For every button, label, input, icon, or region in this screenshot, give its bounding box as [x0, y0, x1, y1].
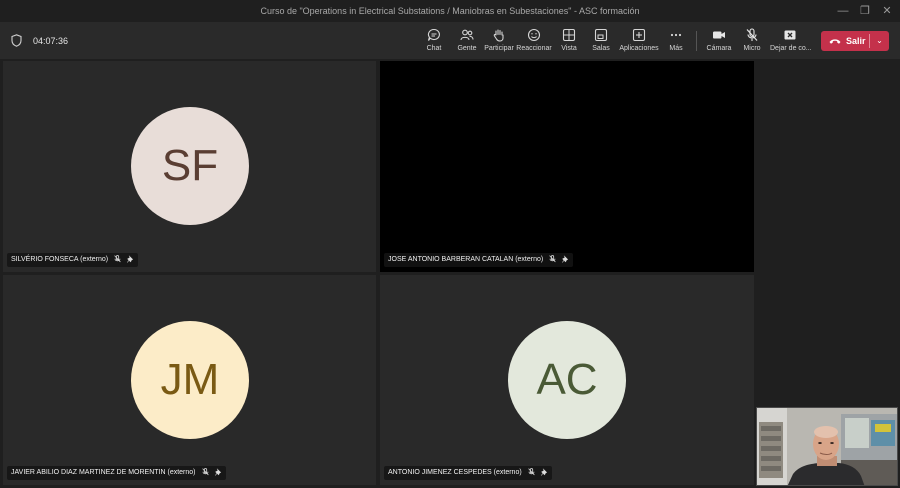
- leave-options-chevron-down-icon[interactable]: ⌄: [870, 31, 889, 51]
- minimize-button[interactable]: —: [836, 4, 850, 18]
- title-bar: Curso de "Operations in Electrical Subst…: [0, 0, 900, 22]
- leave-label: Salir: [846, 36, 866, 46]
- leave-button-group: Salir ⌄: [821, 31, 889, 51]
- window-title: Curso de "Operations in Electrical Subst…: [260, 6, 640, 16]
- more-button[interactable]: Más: [656, 28, 696, 56]
- participant-tile[interactable]: JM JAVIER ABILIO DIAZ MARTINEZ DE MORENT…: [3, 275, 376, 485]
- participant-tile[interactable]: AC ANTONIO JIMENEZ CESPEDES (externo): [380, 275, 754, 485]
- pin-icon: [540, 468, 547, 476]
- camera-icon: [713, 31, 725, 39]
- participant-name-tag: SILVÉRIO FONSECA (externo): [7, 253, 139, 267]
- meeting-toolbar: 04:07:36 Chat Gente Participar Reacciona…: [0, 22, 900, 59]
- participant-name-tag: JOSE ANTONIO BARBERAN CATALAN (externo): [384, 253, 574, 267]
- pin-icon: [214, 468, 221, 476]
- react-label: Reaccionar: [516, 45, 552, 52]
- toolbar-separator: [696, 31, 697, 51]
- people-icon: [460, 29, 474, 41]
- more-label: Más: [669, 45, 683, 52]
- participant-name: JAVIER ABILIO DIAZ MARTINEZ DE MORENTIN …: [11, 469, 196, 476]
- mic-muted-icon: [114, 255, 121, 263]
- avatar: JM: [131, 321, 249, 439]
- raise-hand-label: Participar: [484, 45, 514, 52]
- participant-tile[interactable]: JOSE ANTONIO BARBERAN CATALAN (externo): [380, 61, 754, 272]
- close-button[interactable]: ✕: [880, 4, 894, 18]
- mic-muted-icon: [549, 255, 556, 263]
- pin-icon: [562, 255, 569, 263]
- microphone-button[interactable]: Micro: [732, 28, 772, 56]
- pin-icon: [127, 255, 134, 263]
- participant-tile[interactable]: SF SILVÉRIO FONSECA (externo): [3, 61, 376, 272]
- leave-button[interactable]: Salir: [821, 31, 869, 51]
- react-button[interactable]: Reaccionar: [514, 28, 554, 56]
- microphone-label: Micro: [743, 45, 761, 52]
- smiley-icon: [527, 28, 541, 42]
- raise-hand-icon: [493, 29, 504, 42]
- mic-muted-icon: [527, 468, 535, 476]
- stop-sharing-label: Dejar de co...: [770, 45, 812, 52]
- apps-label: Aplicaciones: [619, 45, 659, 52]
- participant-name-tag: JAVIER ABILIO DIAZ MARTINEZ DE MORENTIN …: [7, 466, 226, 480]
- mic-muted-icon: [201, 468, 209, 476]
- breakout-rooms-button[interactable]: Salas: [581, 28, 621, 56]
- breakout-rooms-icon: [594, 28, 608, 42]
- hang-up-icon: [829, 39, 841, 44]
- participant-name: JOSE ANTONIO BARBERAN CATALAN (externo): [388, 256, 544, 263]
- self-camera-image: [757, 408, 897, 485]
- avatar: AC: [508, 321, 626, 439]
- restore-button[interactable]: ❐: [858, 4, 872, 18]
- add-app-icon: [632, 28, 646, 42]
- mic-muted-icon: [746, 28, 758, 41]
- participant-name: SILVÉRIO FONSECA (externo): [11, 256, 109, 263]
- self-view-video[interactable]: [756, 407, 898, 486]
- participant-name-tag: ANTONIO JIMENEZ CESPEDES (externo): [384, 466, 552, 480]
- stop-sharing-icon: [784, 30, 796, 40]
- meeting-timer: 04:07:36: [33, 36, 69, 46]
- breakout-rooms-label: Salas: [592, 45, 610, 52]
- avatar: SF: [131, 107, 249, 225]
- more-icon: [670, 33, 682, 37]
- participant-name: ANTONIO JIMENEZ CESPEDES (externo): [388, 469, 522, 476]
- raise-hand-button[interactable]: Participar: [479, 28, 519, 56]
- grid-view-icon: [562, 28, 576, 42]
- shield-icon: [11, 34, 22, 47]
- stop-sharing-button[interactable]: Dejar de co...: [770, 28, 812, 56]
- chat-icon: [427, 28, 440, 41]
- apps-button[interactable]: Aplicaciones: [619, 28, 659, 56]
